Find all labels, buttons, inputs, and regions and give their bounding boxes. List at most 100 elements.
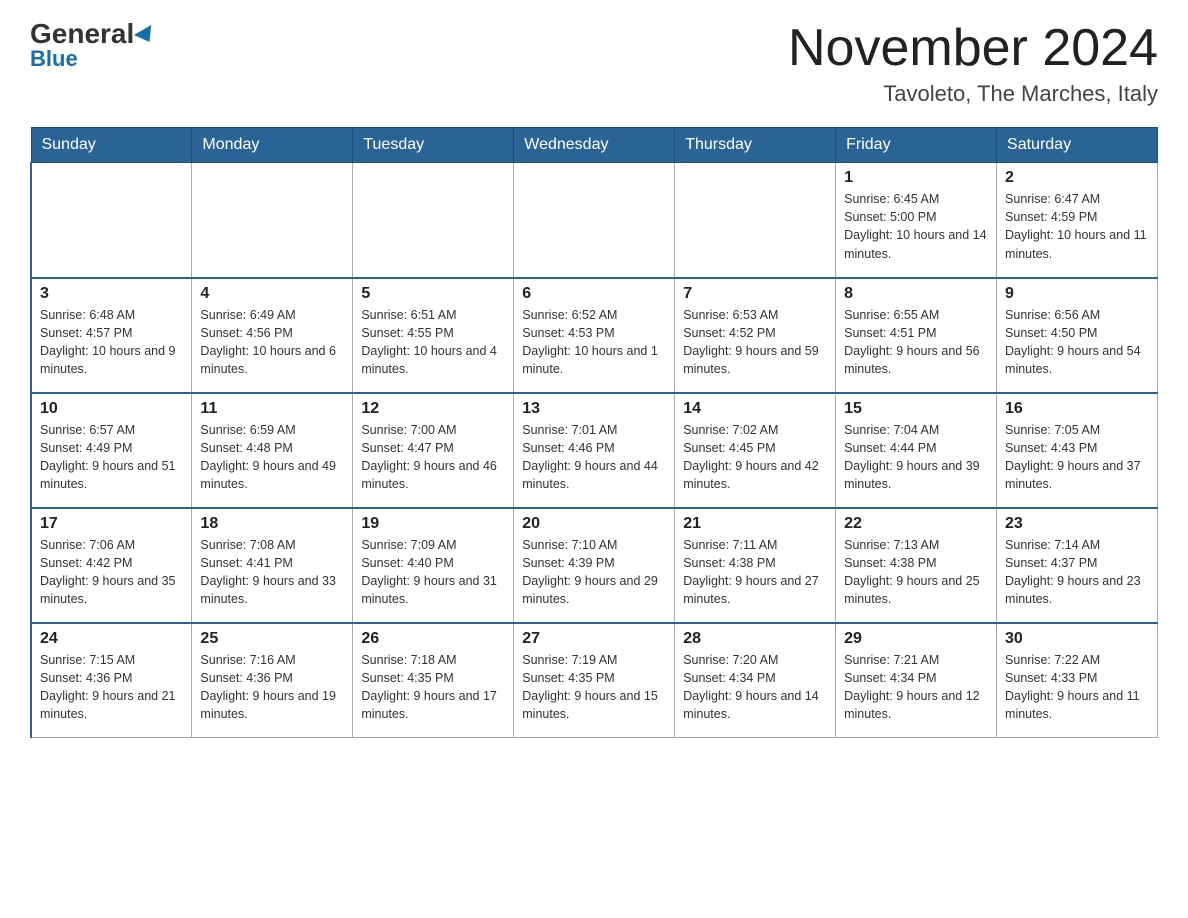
- day-info: Sunrise: 6:55 AMSunset: 4:51 PMDaylight:…: [844, 306, 988, 379]
- day-number: 29: [844, 630, 988, 648]
- header-monday: Monday: [192, 128, 353, 163]
- calendar-title: November 2024: [788, 20, 1158, 77]
- day-number: 3: [40, 285, 183, 303]
- header-tuesday: Tuesday: [353, 128, 514, 163]
- table-row: [353, 163, 514, 278]
- day-info: Sunrise: 7:15 AMSunset: 4:36 PMDaylight:…: [40, 651, 183, 724]
- day-number: 24: [40, 630, 183, 648]
- day-info: Sunrise: 6:52 AMSunset: 4:53 PMDaylight:…: [522, 306, 666, 379]
- day-info: Sunrise: 6:56 AMSunset: 4:50 PMDaylight:…: [1005, 306, 1149, 379]
- logo-blue: Blue: [30, 46, 78, 72]
- day-info: Sunrise: 7:14 AMSunset: 4:37 PMDaylight:…: [1005, 536, 1149, 609]
- week-row-5: 24 Sunrise: 7:15 AMSunset: 4:36 PMDayligh…: [31, 623, 1158, 738]
- day-number: 9: [1005, 285, 1149, 303]
- day-info: Sunrise: 6:59 AMSunset: 4:48 PMDaylight:…: [200, 421, 344, 494]
- day-info: Sunrise: 6:53 AMSunset: 4:52 PMDaylight:…: [683, 306, 827, 379]
- day-number: 26: [361, 630, 505, 648]
- header-wednesday: Wednesday: [514, 128, 675, 163]
- day-info: Sunrise: 7:10 AMSunset: 4:39 PMDaylight:…: [522, 536, 666, 609]
- calendar-header-row: Sunday Monday Tuesday Wednesday Thursday…: [31, 128, 1158, 163]
- day-info: Sunrise: 7:20 AMSunset: 4:34 PMDaylight:…: [683, 651, 827, 724]
- day-number: 2: [1005, 169, 1149, 187]
- table-row: 13Sunrise: 7:01 AMSunset: 4:46 PMDayligh…: [514, 393, 675, 508]
- day-number: 14: [683, 400, 827, 418]
- day-info: Sunrise: 6:51 AMSunset: 4:55 PMDaylight:…: [361, 306, 505, 379]
- page-header: General Blue November 2024 Tavoleto, The…: [30, 20, 1158, 107]
- table-row: 2Sunrise: 6:47 AMSunset: 4:59 PMDaylight…: [997, 163, 1158, 278]
- day-info: Sunrise: 7:13 AMSunset: 4:38 PMDaylight:…: [844, 536, 988, 609]
- table-row: 25 Sunrise: 7:16 AMSunset: 4:36 PMDayligh…: [192, 623, 353, 738]
- week-row-3: 10 Sunrise: 6:57 AMSunset: 4:49 PMDayligh…: [31, 393, 1158, 508]
- header-saturday: Saturday: [997, 128, 1158, 163]
- day-info: Sunrise: 7:04 AMSunset: 4:44 PMDaylight:…: [844, 421, 988, 494]
- day-info: Sunrise: 6:48 AMSunset: 4:57 PMDaylight:…: [40, 306, 183, 379]
- day-number: 8: [844, 285, 988, 303]
- day-number: 20: [522, 515, 666, 533]
- table-row: 15 Sunrise: 7:04 AMSunset: 4:44 PMDayligh…: [836, 393, 997, 508]
- table-row: 19 Sunrise: 7:09 AMSunset: 4:40 PMDayligh…: [353, 508, 514, 623]
- table-row: [514, 163, 675, 278]
- table-row: 4 Sunrise: 6:49 AMSunset: 4:56 PMDaylight…: [192, 278, 353, 393]
- logo-general: General: [30, 18, 134, 49]
- day-number: 15: [844, 400, 988, 418]
- header-thursday: Thursday: [675, 128, 836, 163]
- table-row: 5 Sunrise: 6:51 AMSunset: 4:55 PMDaylight…: [353, 278, 514, 393]
- day-number: 12: [361, 400, 505, 418]
- day-number: 6: [522, 285, 666, 303]
- logo: General Blue: [30, 20, 156, 72]
- table-row: 20 Sunrise: 7:10 AMSunset: 4:39 PMDayligh…: [514, 508, 675, 623]
- day-number: 1: [844, 169, 988, 187]
- day-number: 27: [522, 630, 666, 648]
- header-friday: Friday: [836, 128, 997, 163]
- table-row: 28Sunrise: 7:20 AMSunset: 4:34 PMDayligh…: [675, 623, 836, 738]
- day-info: Sunrise: 6:45 AMSunset: 5:00 PMDaylight:…: [844, 190, 988, 263]
- table-row: 17Sunrise: 7:06 AMSunset: 4:42 PMDayligh…: [31, 508, 192, 623]
- day-number: 22: [844, 515, 988, 533]
- day-info: Sunrise: 7:01 AMSunset: 4:46 PMDaylight:…: [522, 421, 666, 494]
- calendar-table: Sunday Monday Tuesday Wednesday Thursday…: [30, 127, 1158, 738]
- day-info: Sunrise: 7:02 AMSunset: 4:45 PMDaylight:…: [683, 421, 827, 494]
- table-row: 24 Sunrise: 7:15 AMSunset: 4:36 PMDayligh…: [31, 623, 192, 738]
- table-row: 3 Sunrise: 6:48 AMSunset: 4:57 PMDaylight…: [31, 278, 192, 393]
- day-number: 10: [40, 400, 183, 418]
- table-row: 27Sunrise: 7:19 AMSunset: 4:35 PMDayligh…: [514, 623, 675, 738]
- day-info: Sunrise: 6:57 AMSunset: 4:49 PMDaylight:…: [40, 421, 183, 494]
- week-row-2: 3 Sunrise: 6:48 AMSunset: 4:57 PMDaylight…: [31, 278, 1158, 393]
- day-number: 19: [361, 515, 505, 533]
- day-info: Sunrise: 7:22 AMSunset: 4:33 PMDaylight:…: [1005, 651, 1149, 724]
- day-info: Sunrise: 7:18 AMSunset: 4:35 PMDaylight:…: [361, 651, 505, 724]
- day-info: Sunrise: 7:08 AMSunset: 4:41 PMDaylight:…: [200, 536, 344, 609]
- table-row: 30 Sunrise: 7:22 AMSunset: 4:33 PMDayligh…: [997, 623, 1158, 738]
- day-info: Sunrise: 7:06 AMSunset: 4:42 PMDaylight:…: [40, 536, 183, 609]
- day-info: Sunrise: 6:49 AMSunset: 4:56 PMDaylight:…: [200, 306, 344, 379]
- table-row: 10 Sunrise: 6:57 AMSunset: 4:49 PMDayligh…: [31, 393, 192, 508]
- day-number: 16: [1005, 400, 1149, 418]
- day-number: 5: [361, 285, 505, 303]
- table-row: 23 Sunrise: 7:14 AMSunset: 4:37 PMDayligh…: [997, 508, 1158, 623]
- table-row: 22 Sunrise: 7:13 AMSunset: 4:38 PMDayligh…: [836, 508, 997, 623]
- table-row: 9 Sunrise: 6:56 AMSunset: 4:50 PMDaylight…: [997, 278, 1158, 393]
- title-area: November 2024 Tavoleto, The Marches, Ita…: [788, 20, 1158, 107]
- table-row: [31, 163, 192, 278]
- table-row: 7Sunrise: 6:53 AMSunset: 4:52 PMDaylight…: [675, 278, 836, 393]
- day-number: 25: [200, 630, 344, 648]
- table-row: 11Sunrise: 6:59 AMSunset: 4:48 PMDayligh…: [192, 393, 353, 508]
- day-info: Sunrise: 7:00 AMSunset: 4:47 PMDaylight:…: [361, 421, 505, 494]
- day-number: 4: [200, 285, 344, 303]
- logo-arrow-icon: [134, 25, 158, 47]
- day-info: Sunrise: 7:16 AMSunset: 4:36 PMDaylight:…: [200, 651, 344, 724]
- table-row: [675, 163, 836, 278]
- day-number: 23: [1005, 515, 1149, 533]
- table-row: 1 Sunrise: 6:45 AMSunset: 5:00 PMDaylight…: [836, 163, 997, 278]
- header-sunday: Sunday: [31, 128, 192, 163]
- table-row: 26 Sunrise: 7:18 AMSunset: 4:35 PMDayligh…: [353, 623, 514, 738]
- table-row: 18 Sunrise: 7:08 AMSunset: 4:41 PMDayligh…: [192, 508, 353, 623]
- day-number: 21: [683, 515, 827, 533]
- day-number: 18: [200, 515, 344, 533]
- table-row: 12 Sunrise: 7:00 AMSunset: 4:47 PMDayligh…: [353, 393, 514, 508]
- day-info: Sunrise: 7:09 AMSunset: 4:40 PMDaylight:…: [361, 536, 505, 609]
- table-row: [192, 163, 353, 278]
- day-info: Sunrise: 7:05 AMSunset: 4:43 PMDaylight:…: [1005, 421, 1149, 494]
- table-row: 29Sunrise: 7:21 AMSunset: 4:34 PMDayligh…: [836, 623, 997, 738]
- day-number: 30: [1005, 630, 1149, 648]
